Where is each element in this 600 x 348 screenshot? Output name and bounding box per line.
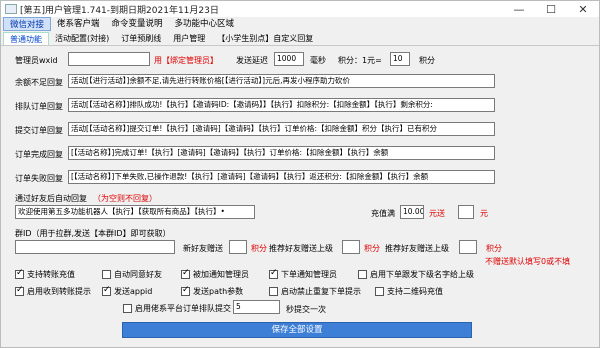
- fail-reply-input[interactable]: [【活动名称】]下单失败,已操作退款!【执行】[邀请码]【邀请码】【执行】返还积…: [68, 170, 495, 184]
- admin-wxid-input[interactable]: [68, 52, 150, 66]
- checkbox-box[interactable]: [358, 270, 367, 279]
- minimize-icon[interactable]: —: [503, 1, 535, 17]
- admin-hint: 用【绑定管理员】: [154, 56, 218, 65]
- friend-reply-input[interactable]: 欢迎使用第五多功能机器人【执行】【获取所有商品】【执行】•: [15, 205, 255, 219]
- recommend-label: 推荐好友赠送上级: [269, 244, 333, 253]
- delay-label: 发送延迟: [236, 56, 268, 65]
- row-label-complete: 订单完成回复: [15, 150, 63, 159]
- group-id-input[interactable]: [15, 240, 175, 254]
- charge-amount-input[interactable]: 10.00: [400, 205, 424, 219]
- checkbox-label: 自动同意好友: [114, 270, 162, 279]
- recommend2-unit: 积分: [486, 244, 502, 253]
- checkbox-label: 启用下单跟发下级名字给上级: [370, 270, 474, 279]
- checkbox-label: 被加通知管理员: [193, 270, 249, 279]
- checkbox-label: 支持二维码充值: [387, 287, 443, 296]
- checkbox-label: 支持转账充值: [27, 270, 75, 279]
- checkbox-box[interactable]: [269, 268, 278, 279]
- tab-bar: 普通功能 活动配置(対接) 订单预刷线 用户管理 【小学生别点】自定义回复: [1, 31, 599, 46]
- window-title: [第五]用户管理1.741-到期日期2021年11月23日: [20, 5, 219, 16]
- checkbox-box[interactable]: [102, 270, 111, 279]
- menu-center[interactable]: 多功能中心区域: [169, 17, 241, 31]
- save-all-button[interactable]: 保存全部设置: [122, 322, 472, 338]
- new-friend-unit: 积分: [251, 244, 267, 253]
- title-bar: [第五]用户管理1.741-到期日期2021年11月23日 — ☐ ✕: [1, 1, 599, 17]
- checkbox-label: 启用佬系平台订单排队提交: [135, 304, 231, 313]
- complete-reply-input[interactable]: [【活动名称】]完成订单!【执行】[邀请码]【邀请码】【执行】订单价格:【扣除金…: [68, 146, 495, 160]
- group-id-label: 群ID（用于拉群,发送【本群ID】即可获取）: [15, 229, 171, 238]
- menu-wechat[interactable]: 微信对接: [3, 17, 52, 31]
- row-label-submit: 提交订单回复: [15, 126, 63, 135]
- delay-input[interactable]: 1000: [274, 52, 304, 66]
- zero-note: 不赠送默认填写0或不填: [485, 257, 571, 266]
- general-panel: 管理员wxid 用【绑定管理员】 发送延迟 1000 毫秒 积分：1元= 10 …: [1, 46, 599, 347]
- submit-interval-input[interactable]: 5: [233, 300, 280, 314]
- checkbox-qrcode-charge[interactable]: 支持二维码充值: [375, 286, 443, 297]
- checkbox-box[interactable]: [15, 285, 24, 296]
- checkbox-box[interactable]: [15, 268, 24, 279]
- submit-interval-suffix: 秒提交一次: [286, 305, 326, 314]
- points-input[interactable]: 10: [390, 52, 410, 66]
- checkbox-box[interactable]: [102, 285, 111, 296]
- checkbox-label: 发送appid: [114, 287, 153, 296]
- submit-reply-input[interactable]: 活动[【活动名称】]提交订单!【执行】[邀请码]【邀请码】【执行】订单价格:【扣…: [68, 122, 495, 136]
- checkbox-box[interactable]: [375, 287, 384, 296]
- checkbox-no-duplicate[interactable]: 启动禁止重复下单提示: [269, 286, 361, 297]
- row-label-fail: 订单失败回复: [15, 174, 63, 183]
- charge-send-label: 元送: [429, 209, 445, 218]
- menu-client[interactable]: 佬系客户端: [51, 17, 106, 31]
- checkbox-transfer-charge[interactable]: 支持转账充值: [15, 268, 75, 280]
- admin-label: 管理员wxid: [15, 56, 58, 65]
- menu-commands[interactable]: 命令变量说明: [106, 17, 169, 31]
- charge-unit: 元: [480, 209, 488, 218]
- new-friend-label: 新好友赠送: [183, 244, 223, 253]
- menu-bar: 微信对接 佬系客户端 命令变量说明 多功能中心区域: [1, 17, 599, 31]
- checkbox-box[interactable]: [123, 304, 132, 313]
- row-label-balance: 余额不足回复: [15, 78, 63, 87]
- tab-general[interactable]: 普通功能: [3, 32, 49, 45]
- checkbox-box[interactable]: [269, 287, 278, 296]
- row-label-queue: 排队订单回复: [15, 102, 63, 111]
- main-window: [第五]用户管理1.741-到期日期2021年11月23日 — ☐ ✕ 微信对接…: [0, 0, 600, 348]
- new-friend-points-input[interactable]: [229, 240, 247, 254]
- charge-bonus-input[interactable]: [458, 205, 474, 219]
- charge-label: 充值满: [371, 209, 395, 218]
- points-label: 积分：1元=: [338, 56, 382, 65]
- app-icon: [5, 4, 17, 14]
- maximize-icon[interactable]: ☐: [535, 1, 567, 17]
- checkbox-label: 下单通知管理员: [281, 270, 337, 279]
- recommend2-points-input[interactable]: [459, 240, 477, 254]
- checkbox-order-upline[interactable]: 启用下单跟发下级名字给上级: [358, 269, 474, 280]
- close-icon[interactable]: ✕: [567, 1, 599, 17]
- checkbox-send-appid[interactable]: 发送appid: [102, 285, 153, 297]
- checkbox-box[interactable]: [181, 285, 190, 296]
- friend-reply-hint: （为空则不回复）: [93, 194, 157, 203]
- checkbox-notify-order[interactable]: 下单通知管理员: [269, 268, 337, 280]
- checkbox-queue-submit[interactable]: 启用佬系平台订单排队提交: [123, 303, 231, 314]
- balance-reply-input[interactable]: 活动[【进行活动】]余额不足,请先进行转账价格[【进行活动】]元后,再发小程序助…: [68, 74, 495, 88]
- checkbox-auto-accept[interactable]: 自动同意好友: [102, 269, 162, 280]
- recommend-points-input[interactable]: [342, 240, 360, 254]
- tab-order-prefresh[interactable]: 订单预刷线: [115, 32, 167, 45]
- checkbox-send-path[interactable]: 发送path参数: [181, 285, 244, 297]
- recommend-unit: 积分: [364, 244, 380, 253]
- ms-label: 毫秒: [310, 56, 326, 65]
- checkbox-label: 启动禁止重复下单提示: [281, 287, 361, 296]
- tab-users[interactable]: 用户管理: [167, 32, 211, 45]
- tab-activity[interactable]: 活动配置(対接): [49, 32, 115, 45]
- tab-custom-reply[interactable]: 【小学生别点】自定义回复: [211, 32, 319, 45]
- checkbox-notify-added[interactable]: 被加通知管理员: [181, 268, 249, 280]
- queue-reply-input[interactable]: 活动[【活动名称】]排队成功!【执行】【邀请码ID:【邀请码】】【执行】扣除积分…: [68, 98, 495, 112]
- friend-reply-label: 通过好友后自动回复: [15, 194, 87, 203]
- recommend2-label: 推荐好友赠送上级: [385, 244, 449, 253]
- checkbox-box[interactable]: [181, 268, 190, 279]
- checkbox-label: 启用收到转账提示: [27, 287, 91, 296]
- checkbox-transfer-tip[interactable]: 启用收到转账提示: [15, 285, 91, 297]
- checkbox-label: 发送path参数: [193, 287, 244, 296]
- points-unit: 积分: [419, 56, 435, 65]
